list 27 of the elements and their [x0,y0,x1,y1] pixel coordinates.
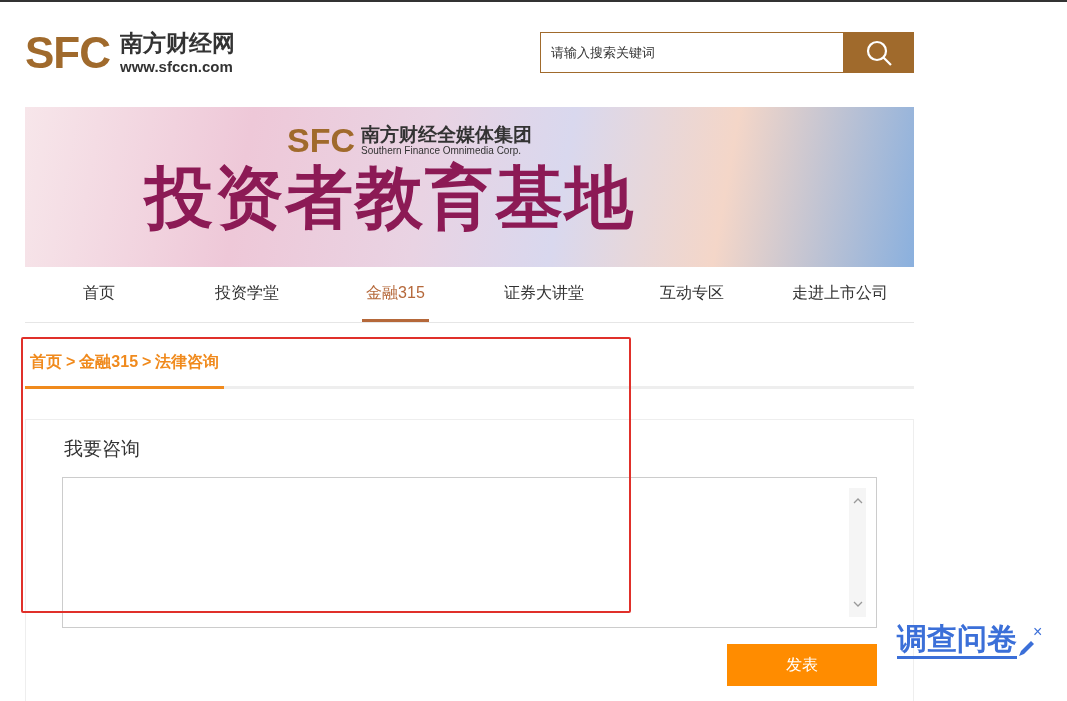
site-name: 南方财经网 [120,31,235,55]
group-name-english: Southern Finance Omnimedia Corp. [361,145,523,156]
breadcrumb-link[interactable]: 金融315 [79,350,139,374]
search-field[interactable]: 请输入搜索关键词 [540,32,844,73]
group-name: 南方财经全媒体集团 [361,124,532,144]
nav-tab[interactable]: 首页 [79,267,120,322]
site-url: www.sfccn.com [120,58,234,74]
breadcrumb-link[interactable]: 首页 [30,350,62,374]
search-icon [865,38,893,67]
text-area[interactable] [62,476,877,628]
breadcrumb-link[interactable]: 法律咨询 [155,350,220,374]
breadcrumb-separator: > [142,352,152,372]
search-button[interactable] [844,32,914,73]
close-button[interactable]: × [1033,624,1043,640]
nav-tab[interactable]: 走进上市公司 [787,267,892,322]
nav-tab[interactable]: 投资学堂 [211,267,284,322]
pencil-icon [1017,638,1035,658]
banner-title: 投资者教育基地 [144,163,635,231]
nav-tab[interactable]: 金融315 [362,267,429,322]
form-title: 我要咨询 [64,436,141,461]
nav-tab[interactable]: 证券大讲堂 [499,267,588,322]
banner-logo-letters: SFC [287,123,355,157]
breadcrumb-separator: > [66,352,76,372]
scrollbar[interactable] [849,487,866,617]
nav-tab[interactable]: 互动专区 [655,267,728,322]
survey-link[interactable]: 调查问卷 [897,624,1017,659]
logo-letters: SFC [25,30,110,75]
